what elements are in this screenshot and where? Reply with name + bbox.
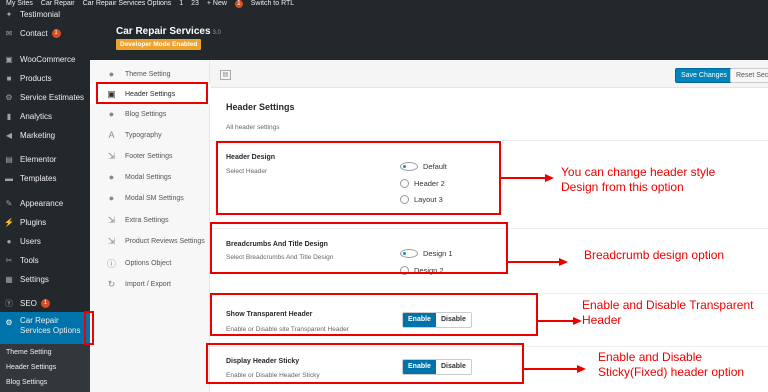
highlight-active-menu <box>84 311 94 345</box>
admin-menu: ✦ Testimonial ✉ Contact 1 ▣ WooCommerce ■ Pro… <box>0 8 90 392</box>
settings-icon: ▦ <box>5 274 13 284</box>
panel-title: Car Repair Services 3.0 <box>116 26 221 37</box>
menu-item-elementor[interactable]: ▤ Elementor <box>0 149 90 169</box>
menu-item-marketing[interactable]: ◀ Marketing <box>0 125 90 145</box>
admin-submenu: Theme Setting Header Settings Blog Setti… <box>0 344 90 392</box>
sidebar-item-import-export[interactable]: ↻ Import / Export <box>90 274 210 294</box>
admin-bar-comments[interactable]: 23 <box>191 0 199 8</box>
pin-icon: ✦ <box>5 9 13 19</box>
contact-badge: 1 <box>51 28 61 38</box>
gear-icon: ⚙ <box>5 92 13 102</box>
sidebar-item-footer-settings[interactable]: ⇲ Footer Settings <box>90 146 210 166</box>
menu-item-woocommerce[interactable]: ▣ WooCommerce <box>0 49 90 69</box>
circle-icon: ● <box>108 172 115 182</box>
gear-icon: ⚙ <box>5 317 13 327</box>
options-sidebar: ● Theme Setting ▣ Header Settings ● Blog Se… <box>90 60 210 392</box>
panel-version: 3.0 <box>212 30 221 36</box>
footer-icon: ⇲ <box>107 150 116 161</box>
sidebar-item-modal-settings[interactable]: ● Modal Settings <box>90 167 210 187</box>
menu-item-templates[interactable]: ▬ Templates <box>0 168 90 188</box>
sidebar-item-typography[interactable]: A Typography <box>90 125 210 145</box>
expand-icon[interactable]: ▤ <box>220 70 231 80</box>
menu-item-products[interactable]: ■ Products <box>0 68 90 88</box>
extra-icon: ⇲ <box>107 214 116 225</box>
menu-item-settings[interactable]: ▦ Settings <box>0 269 90 289</box>
reviews-icon: ⇲ <box>107 235 116 246</box>
menu-item-users[interactable]: ● Users <box>0 231 90 251</box>
admin-bar-updates[interactable]: 1 <box>179 0 183 8</box>
admin-bar-seo-badge[interactable]: 1 <box>234 0 243 8</box>
admin-bar-new[interactable]: + New <box>207 0 227 8</box>
menu-item-tools[interactable]: ✂ Tools <box>0 250 90 270</box>
mail-icon: ✉ <box>5 28 13 38</box>
admin-bar-rtl[interactable]: Switch to RTL <box>251 0 294 8</box>
section-title: Header Settings <box>226 102 295 112</box>
seo-badge: 1 <box>40 298 50 308</box>
sidebar-item-theme-setting[interactable]: ● Theme Setting <box>90 64 210 84</box>
brush-icon: ✎ <box>5 198 13 208</box>
circle-icon: ● <box>108 69 115 79</box>
seo-icon: Ⓨ <box>5 298 13 308</box>
circle-icon: ● <box>108 193 115 203</box>
refresh-icon: ↻ <box>107 278 116 289</box>
analytics-icon: ▮ <box>6 111 12 121</box>
folder-icon: ▬ <box>5 173 13 183</box>
sidebar-item-blog-settings[interactable]: ● Blog Settings <box>90 104 210 124</box>
typography-icon: A <box>108 130 115 140</box>
highlight-header-design <box>216 141 501 215</box>
section-description: All header settings <box>226 124 280 131</box>
admin-bar-options[interactable]: Car Repair Services Options <box>83 0 172 8</box>
dev-mode-badge: Developer Mode Enabled <box>116 39 202 50</box>
menu-item-appearance[interactable]: ✎ Appearance <box>0 193 90 213</box>
sidebar-item-product-reviews[interactable]: ⇲ Product Reviews Settings <box>90 231 210 251</box>
menu-item-analytics[interactable]: ▮ Analytics <box>0 106 90 126</box>
circle-icon: ● <box>108 109 115 119</box>
sidebar-item-modal-sm-settings[interactable]: ● Modal SM Settings <box>90 188 210 208</box>
menu-item-contact[interactable]: ✉ Contact 1 <box>0 23 90 43</box>
menu-item-car-repair-options[interactable]: ⚙ Car Repair Services Options <box>0 312 90 344</box>
admin-bar: My Sites Car Repair Car Repair Services … <box>0 0 768 8</box>
menu-item-plugins[interactable]: ⚡ Plugins <box>0 212 90 232</box>
menu-item-testimonial[interactable]: ✦ Testimonial <box>0 4 90 24</box>
panel-header: Car Repair Services 3.0 Developer Mode En… <box>90 8 768 60</box>
reset-section-button[interactable]: Reset Section <box>730 68 768 83</box>
submenu-theme-setting[interactable]: Theme Setting <box>6 349 52 356</box>
highlight-breadcrumbs <box>210 222 508 274</box>
options-toolbar: ▤ Save Changes Reset Section <box>210 60 768 88</box>
annotation-sticky: Enable and Disable Sticky(Fixed) header … <box>598 350 745 379</box>
wrench-icon: ✂ <box>5 255 13 265</box>
products-icon: ■ <box>6 73 12 83</box>
submenu-header-settings[interactable]: Header Settings <box>6 364 56 371</box>
highlight-header-settings-tab <box>96 82 208 104</box>
sidebar-item-extra-settings[interactable]: ⇲ Extra Settings <box>90 210 210 230</box>
woo-icon: ▣ <box>5 54 13 64</box>
elementor-icon: ▤ <box>5 154 13 164</box>
highlight-sticky-header <box>206 343 524 384</box>
megaphone-icon: ◀ <box>5 130 13 140</box>
submenu-blog-settings[interactable]: Blog Settings <box>6 379 47 386</box>
menu-item-seo[interactable]: Ⓨ SEO 1 <box>0 293 90 313</box>
sidebar-item-options-object[interactable]: ⓘ Options Object <box>90 253 210 273</box>
annotation-breadcrumb: Breadcrumb design option <box>584 248 725 262</box>
info-icon: ⓘ <box>106 258 116 269</box>
highlight-transparent-header <box>210 293 538 336</box>
save-changes-button[interactable]: Save Changes <box>675 68 733 83</box>
annotation-header-style: You can change header style Design from … <box>561 165 716 194</box>
plugin-icon: ⚡ <box>4 217 14 227</box>
menu-item-service-estimates[interactable]: ⚙ Service Estimates <box>0 87 90 107</box>
annotation-transparent: Enable and Disable Transparent Header <box>582 298 754 327</box>
user-icon: ● <box>6 236 12 246</box>
